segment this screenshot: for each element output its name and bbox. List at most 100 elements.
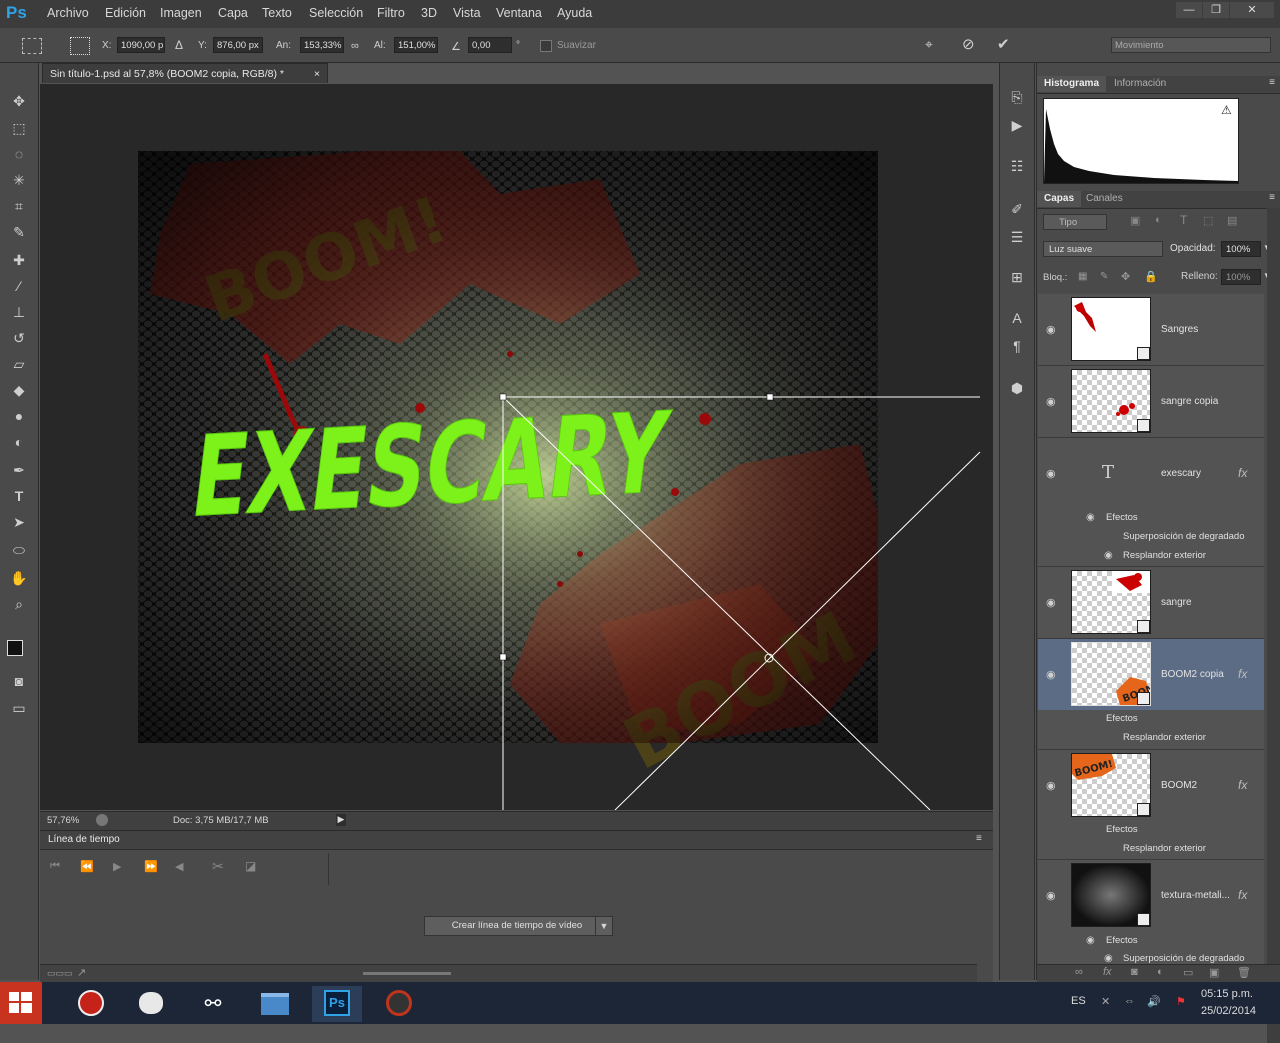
eraser-tool-icon[interactable]: ▱: [9, 355, 29, 373]
filter-type-icon[interactable]: T: [1180, 213, 1187, 227]
dodge-tool-icon[interactable]: ◐: [9, 433, 29, 451]
taskbar-explorer-icon[interactable]: [250, 986, 300, 1022]
new-layer-icon[interactable]: ▣: [1209, 966, 1219, 979]
histogram-menu-icon[interactable]: ≡: [1269, 77, 1275, 88]
menu-vista[interactable]: Vista: [453, 6, 481, 20]
type-tool-icon[interactable]: T: [9, 487, 29, 505]
layer-name[interactable]: exescary: [1161, 468, 1201, 479]
close-tab-icon[interactable]: ×: [314, 64, 320, 84]
brush-presets-icon[interactable]: ✐: [1007, 199, 1027, 219]
effect-eye-icon[interactable]: ◉: [1104, 550, 1113, 561]
screen-mode-icon[interactable]: ▭: [9, 699, 29, 717]
action-center-icon[interactable]: ⚑: [1176, 995, 1186, 1008]
paragraph-icon[interactable]: ¶: [1007, 336, 1027, 356]
effect-outer-glow[interactable]: Resplandor exterior: [1123, 550, 1206, 561]
layer-filter-select[interactable]: Tipo: [1043, 214, 1107, 230]
effect-outer-glow[interactable]: Resplandor exterior: [1123, 843, 1206, 854]
taskbar-opera-icon[interactable]: [66, 986, 116, 1022]
minimize-button[interactable]: —: [1176, 2, 1202, 18]
history-brush-icon[interactable]: ↺: [9, 329, 29, 347]
canvas-workspace[interactable]: BOOM! BOOM EXESCARY: [40, 84, 993, 810]
paths-icon[interactable]: ⊞: [1007, 267, 1027, 287]
effect-gradient-overlay[interactable]: Superposición de degradado: [1123, 953, 1244, 964]
menu-ventana[interactable]: Ventana: [496, 6, 542, 20]
link-icon[interactable]: ∞: [351, 40, 359, 52]
filter-pixel-icon[interactable]: ▣: [1130, 214, 1140, 227]
menu-capa[interactable]: Capa: [218, 6, 248, 20]
blend-mode-select[interactable]: Luz suave: [1043, 241, 1163, 257]
close-button[interactable]: ✕: [1230, 2, 1274, 18]
tray-expand-icon[interactable]: ✕: [1101, 995, 1110, 1008]
tab-channels[interactable]: Canales: [1079, 191, 1130, 207]
workspace-select[interactable]: Movimiento: [1111, 37, 1271, 53]
layer-name[interactable]: sangre: [1161, 597, 1192, 608]
convert-icon[interactable]: ↗: [77, 966, 86, 979]
layer-name[interactable]: textura-metali...: [1161, 890, 1230, 901]
transition-icon[interactable]: ◪: [245, 859, 256, 873]
layer-row[interactable]: ◉ Sangres: [1038, 294, 1264, 366]
timeline-title[interactable]: Línea de tiempo: [48, 834, 120, 845]
filter-adjust-icon[interactable]: ◐: [1155, 214, 1162, 226]
split-icon[interactable]: ✂: [212, 858, 224, 875]
warp-icon[interactable]: ⌖: [925, 36, 933, 53]
effect-outer-glow[interactable]: Resplandor exterior: [1123, 732, 1206, 743]
new-group-icon[interactable]: ▭: [1183, 966, 1193, 979]
fx-icon[interactable]: fx: [1238, 778, 1247, 792]
properties-icon[interactable]: ☷: [1007, 156, 1027, 176]
effects-eye-icon[interactable]: ◉: [1086, 935, 1095, 946]
h-field[interactable]: 151,00%: [394, 37, 438, 53]
tab-histogram[interactable]: Histograma: [1037, 76, 1107, 92]
y-field[interactable]: 876,00 px: [213, 37, 263, 53]
taskbar-chat-icon[interactable]: [126, 986, 176, 1022]
add-mask-icon[interactable]: ◙: [1131, 966, 1138, 978]
layer-name[interactable]: Sangres: [1161, 324, 1198, 335]
3d-icon[interactable]: ⬢: [1007, 378, 1027, 398]
timeline-frames-icon[interactable]: ▭▭▭: [47, 968, 73, 979]
filter-smart-icon[interactable]: ▤: [1227, 214, 1237, 227]
menu-filtro[interactable]: Filtro: [377, 6, 405, 20]
create-video-timeline-button[interactable]: Crear línea de tiempo de vídeo: [424, 916, 610, 936]
warning-icon[interactable]: ⚠: [1221, 103, 1232, 117]
eyedropper-icon[interactable]: ✎: [9, 223, 29, 241]
taskbar-browser-icon[interactable]: [374, 986, 424, 1022]
reference-point-icon[interactable]: [70, 37, 90, 55]
effect-gradient-overlay[interactable]: Superposición de degradado: [1123, 531, 1244, 542]
tray-network-icon[interactable]: ⇔: [1124, 995, 1135, 1007]
w-field[interactable]: 153,33%: [300, 37, 344, 53]
commit-transform-icon[interactable]: ✔: [997, 35, 1010, 53]
taskbar-steam-icon[interactable]: ⚯: [188, 986, 238, 1022]
move-tool-icon[interactable]: ✥: [9, 92, 29, 110]
path-selection-icon[interactable]: ➤: [9, 513, 29, 531]
taskbar-photoshop-icon[interactable]: Ps: [312, 986, 362, 1022]
menu-3d[interactable]: 3D: [421, 6, 437, 20]
clone-stamp-icon[interactable]: ⊥: [9, 303, 29, 321]
layer-row[interactable]: ◉ T exescary fx ◉ Efectos Superposición …: [1038, 438, 1264, 567]
visibility-eye-icon[interactable]: ◉: [1046, 596, 1056, 609]
magic-wand-icon[interactable]: ✳: [9, 171, 29, 189]
effect-eye-icon[interactable]: ◉: [1104, 953, 1113, 964]
canvas-artwork[interactable]: BOOM! BOOM EXESCARY: [40, 84, 993, 810]
hand-tool-icon[interactable]: ✋: [9, 569, 29, 587]
adjustment-layer-icon[interactable]: ◐: [1157, 966, 1164, 978]
visibility-eye-icon[interactable]: ◉: [1046, 323, 1056, 336]
cancel-transform-icon[interactable]: ⊘: [962, 35, 975, 53]
ellipse-tool-icon[interactable]: ⬭: [9, 541, 29, 559]
panel-menu-icon[interactable]: ≡: [976, 833, 982, 844]
layers-menu-icon[interactable]: ≡: [1269, 192, 1275, 203]
layer-row[interactable]: ◉ sangre: [1038, 567, 1264, 639]
windows-start-icon[interactable]: [0, 982, 42, 1024]
foreground-color-swatch[interactable]: [7, 640, 23, 656]
lock-position-icon[interactable]: ✥: [1121, 270, 1130, 283]
menu-ayuda[interactable]: Ayuda: [557, 6, 592, 20]
x-field[interactable]: 1090,00 p: [117, 37, 165, 53]
zoom-level[interactable]: 57,76%: [47, 815, 79, 826]
filter-shape-icon[interactable]: ⬚: [1203, 214, 1213, 227]
restore-button[interactable]: ❐: [1203, 2, 1229, 18]
visibility-eye-icon[interactable]: ◉: [1046, 889, 1056, 902]
clock-time[interactable]: 05:15 p.m.: [1201, 988, 1253, 1000]
delta-icon[interactable]: Δ: [175, 38, 183, 52]
lasso-tool-icon[interactable]: ◌: [9, 145, 29, 163]
prev-frame-icon[interactable]: ⏪: [80, 860, 94, 873]
opacity-field[interactable]: 100%: [1221, 241, 1261, 257]
menu-texto[interactable]: Texto: [262, 6, 292, 20]
